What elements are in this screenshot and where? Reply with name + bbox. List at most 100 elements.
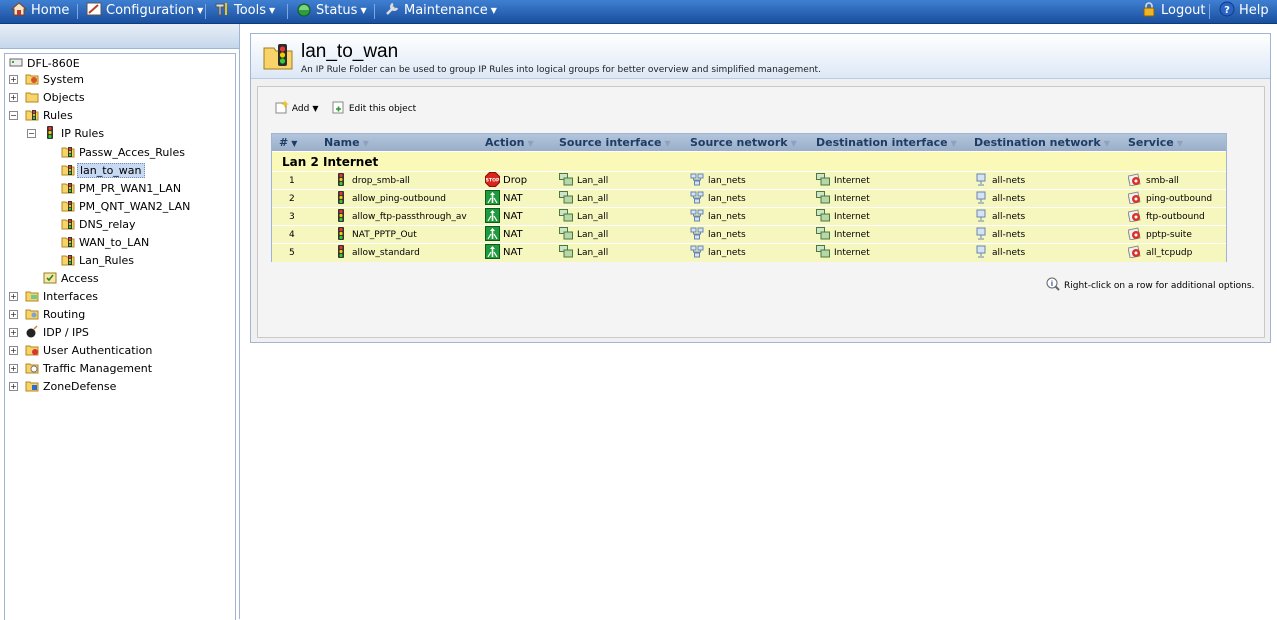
- expand-user-auth-toggle[interactable]: +: [9, 346, 18, 355]
- tree-item-rules[interactable]: Rules: [25, 107, 75, 124]
- expand-idp-toggle[interactable]: +: [9, 328, 18, 337]
- routing-folder-icon: [25, 309, 39, 320]
- tree-root-device[interactable]: DFL-860E: [9, 55, 82, 72]
- pane-divider[interactable]: [239, 24, 240, 619]
- cell-destination-interface: Internet: [816, 244, 870, 262]
- column-header-label: Destination network: [974, 136, 1101, 149]
- tree-item-folder[interactable]: DNS_relay: [61, 216, 138, 233]
- cell-source-network: lan_nets: [690, 172, 746, 190]
- column-header-destination-network[interactable]: Destination network ▼: [974, 134, 1110, 151]
- destination-interface-value: Internet: [834, 230, 870, 240]
- network-icon: [690, 191, 704, 204]
- add-button[interactable]: Add ▼: [275, 100, 318, 114]
- tree-item-user-authentication[interactable]: User Authentication: [25, 342, 154, 359]
- cell-service: ping-outbound: [1128, 190, 1212, 208]
- nat-icon: [485, 190, 503, 205]
- tree-item-folder[interactable]: Passw_Acces_Rules: [61, 144, 187, 161]
- collapse-rules-toggle[interactable]: −: [9, 111, 18, 120]
- table-row[interactable]: 5 allow_standard NAT Lan_all lan_nets In…: [272, 243, 1226, 262]
- collapse-ip-rules-toggle[interactable]: −: [27, 129, 36, 138]
- tree-item-traffic-management[interactable]: Traffic Management: [25, 360, 154, 377]
- expand-routing-toggle[interactable]: +: [9, 310, 18, 319]
- tree-label: User Authentication: [43, 344, 153, 357]
- configuration-menu[interactable]: Configuration ▼: [86, 0, 203, 22]
- network-icon: [690, 173, 704, 186]
- zonedefense-folder-icon: [25, 381, 39, 392]
- maintenance-menu[interactable]: Maintenance ▼: [384, 0, 497, 22]
- column-header-destination-interface[interactable]: Destination interface ▼: [816, 134, 957, 151]
- expand-zonedefense-toggle[interactable]: +: [9, 382, 18, 391]
- destination-interface-value: Internet: [834, 248, 870, 258]
- service-value: ftp-outbound: [1146, 212, 1205, 222]
- navigation-header: [0, 24, 239, 49]
- rule-folder-icon: [61, 183, 75, 194]
- column-header-source-interface[interactable]: Source interface ▼: [559, 134, 671, 151]
- rule-group-row[interactable]: Lan 2 Internet: [272, 152, 1226, 171]
- tree-item-ip-rules[interactable]: IP Rules: [43, 125, 106, 142]
- column-header-label: Source network: [690, 136, 788, 149]
- cell-action: NAT: [485, 244, 523, 262]
- ip-rules-table: # ▼ Name ▼ Action ▼ Source interface ▼ Sourc…: [271, 133, 1227, 262]
- expand-traffic-toggle[interactable]: +: [9, 364, 18, 373]
- column-header-label: #: [279, 136, 289, 149]
- home-icon: [11, 2, 27, 16]
- tree-item-routing[interactable]: Routing: [25, 306, 87, 323]
- tree-item-idp-ips[interactable]: IDP / IPS: [25, 324, 91, 341]
- cell-service: ftp-outbound: [1128, 208, 1205, 226]
- tree-item-interfaces[interactable]: Interfaces: [25, 288, 100, 305]
- table-row[interactable]: 1 drop_smb-all STOP Drop Lan_all lan_nets…: [272, 171, 1226, 190]
- chevron-down-icon: ▼: [490, 6, 497, 15]
- expand-interfaces-toggle[interactable]: +: [9, 292, 18, 301]
- table-row[interactable]: 3 allow_ftp-passthrough_av NAT Lan_all l…: [272, 207, 1226, 226]
- edit-object-button[interactable]: Edit this object: [332, 100, 416, 114]
- table-row[interactable]: 2 allow_ping-outbound NAT Lan_all lan_ne…: [272, 189, 1226, 208]
- sort-icon: ▼: [664, 139, 671, 148]
- tree-item-folder[interactable]: PM_PR_WAN1_LAN: [61, 180, 183, 197]
- hint-text: Right-click on a row for additional opti…: [1064, 281, 1255, 291]
- column-header-source-network[interactable]: Source network ▼: [690, 134, 797, 151]
- expand-system-toggle[interactable]: +: [9, 75, 18, 84]
- tree-item-zonedefense[interactable]: ZoneDefense: [25, 378, 118, 395]
- tree-item-objects[interactable]: Objects: [25, 89, 87, 106]
- service-icon: [1128, 191, 1141, 204]
- tree-item-system[interactable]: System: [25, 71, 86, 88]
- tools-menu[interactable]: Tools ▼: [214, 0, 275, 22]
- menu-separator: [205, 4, 206, 19]
- tree-item-folder[interactable]: WAN_to_LAN: [61, 234, 151, 251]
- expand-objects-toggle[interactable]: +: [9, 93, 18, 102]
- column-header-action[interactable]: Action ▼: [485, 134, 534, 151]
- rules-folder-icon: [25, 110, 39, 121]
- stop-sign-icon: STOP: [485, 172, 503, 187]
- cell-action: NAT: [485, 208, 523, 226]
- interface-group-icon: [559, 209, 573, 222]
- home-menu[interactable]: Home: [11, 0, 69, 22]
- tree-item-folder[interactable]: PM_QNT_WAN2_LAN: [61, 198, 192, 215]
- tree-item-folder[interactable]: Lan_Rules: [61, 252, 136, 269]
- action-label: NAT: [503, 193, 523, 204]
- svg-text:i: i: [1051, 280, 1053, 288]
- host-icon: [976, 173, 986, 186]
- add-icon: [275, 100, 289, 114]
- cell-destination-interface: Internet: [816, 190, 870, 208]
- tree-item-access[interactable]: Access: [43, 270, 101, 287]
- column-header-service[interactable]: Service ▼: [1128, 134, 1183, 151]
- column-header-label: Service: [1128, 136, 1174, 149]
- interface-icon: [816, 209, 830, 222]
- status-menu[interactable]: Status ▼: [296, 0, 367, 22]
- action-label: Drop: [503, 175, 528, 186]
- help-button[interactable]: ? Help: [1219, 0, 1269, 22]
- sort-icon: ▼: [950, 139, 957, 148]
- column-header-name[interactable]: Name ▼: [324, 134, 369, 151]
- chevron-down-icon: ▼: [197, 6, 204, 15]
- cell-destination-interface: Internet: [816, 208, 870, 226]
- help-label: Help: [1239, 3, 1269, 18]
- tree-label: PM_PR_WAN1_LAN: [79, 182, 182, 195]
- table-row[interactable]: 4 NAT_PPTP_Out NAT Lan_all lan_nets Inte…: [272, 225, 1226, 244]
- cell-number: 1: [289, 176, 295, 186]
- tree-label: Interfaces: [43, 290, 98, 303]
- tree-item-folder-selected[interactable]: lan_to_wan: [61, 162, 145, 179]
- service-value: smb-all: [1146, 176, 1179, 186]
- column-header-number[interactable]: # ▼: [279, 134, 297, 151]
- cell-source-network: lan_nets: [690, 190, 746, 208]
- logout-button[interactable]: Logout: [1141, 0, 1206, 22]
